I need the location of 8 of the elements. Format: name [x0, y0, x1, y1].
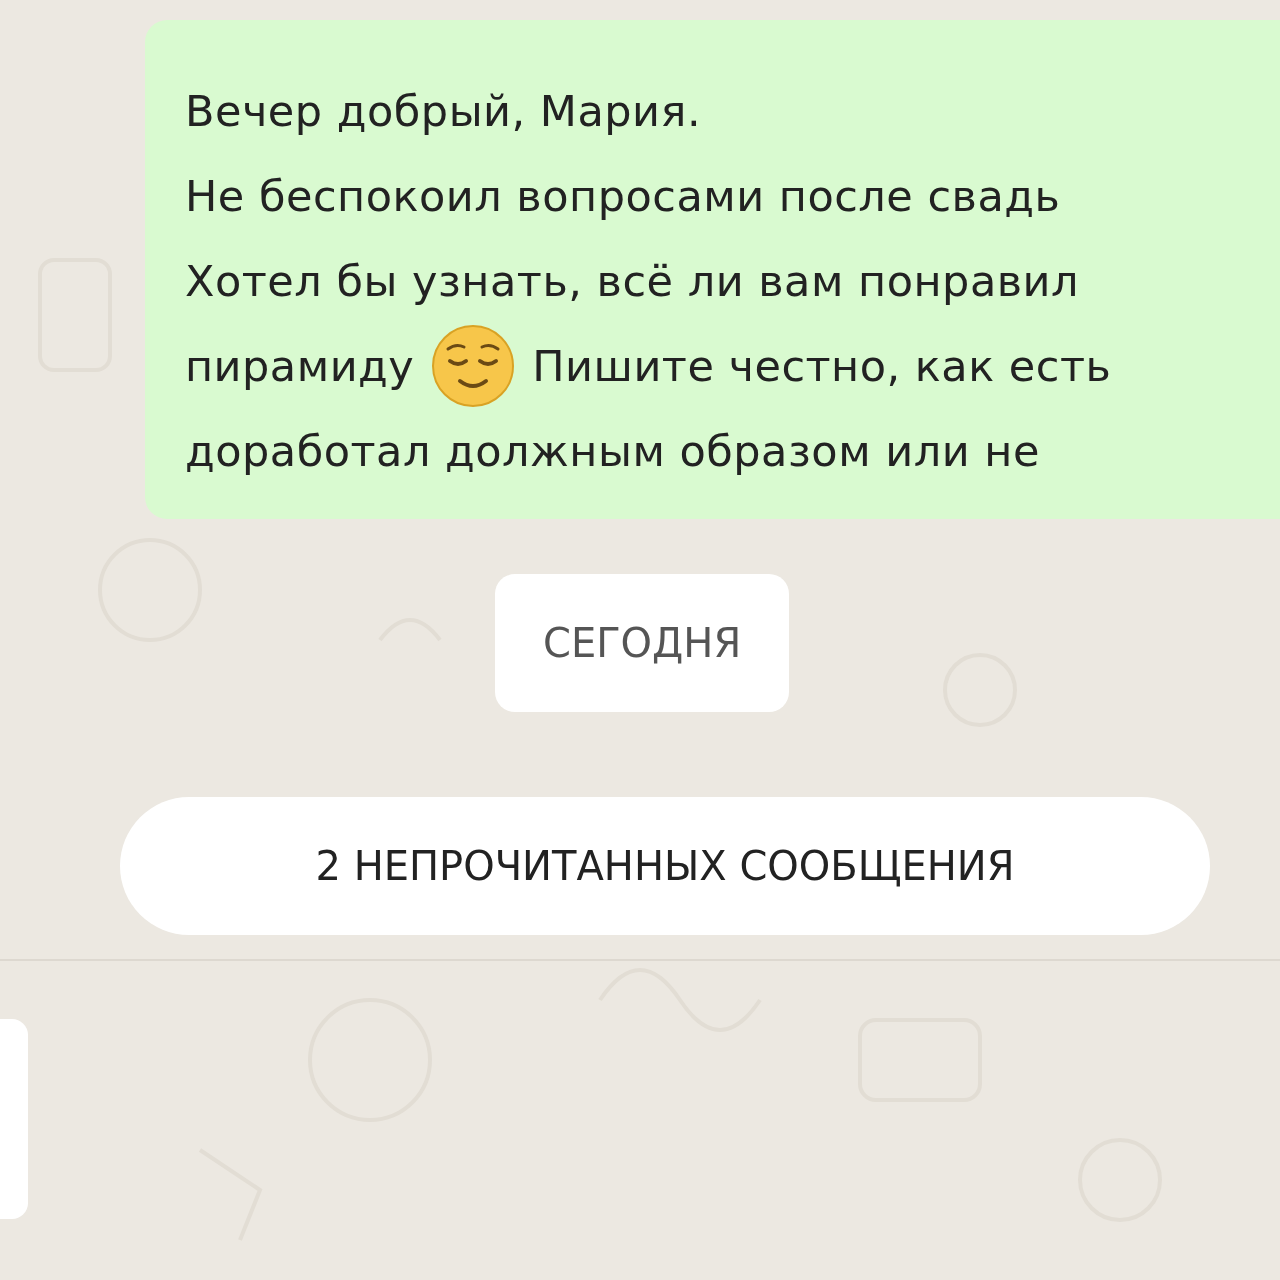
unread-messages-banner: 2 НЕПРОЧИТАННЫХ СООБЩЕНИЯ [120, 797, 1210, 935]
relieved-emoji-icon [430, 322, 517, 409]
message-line: пирамиду Пишите честно, как есть [185, 323, 1280, 408]
date-chip: СЕГОДНЯ [495, 574, 790, 712]
message-line: доработал должным образом или не [185, 424, 1041, 478]
message-line: Хотел бы узнать, всё ли вам понравил [185, 254, 1081, 308]
message-line: Вечер добрый, Мария. [185, 84, 703, 138]
message-line: Не беспокоил вопросами после свадь [185, 169, 1062, 223]
